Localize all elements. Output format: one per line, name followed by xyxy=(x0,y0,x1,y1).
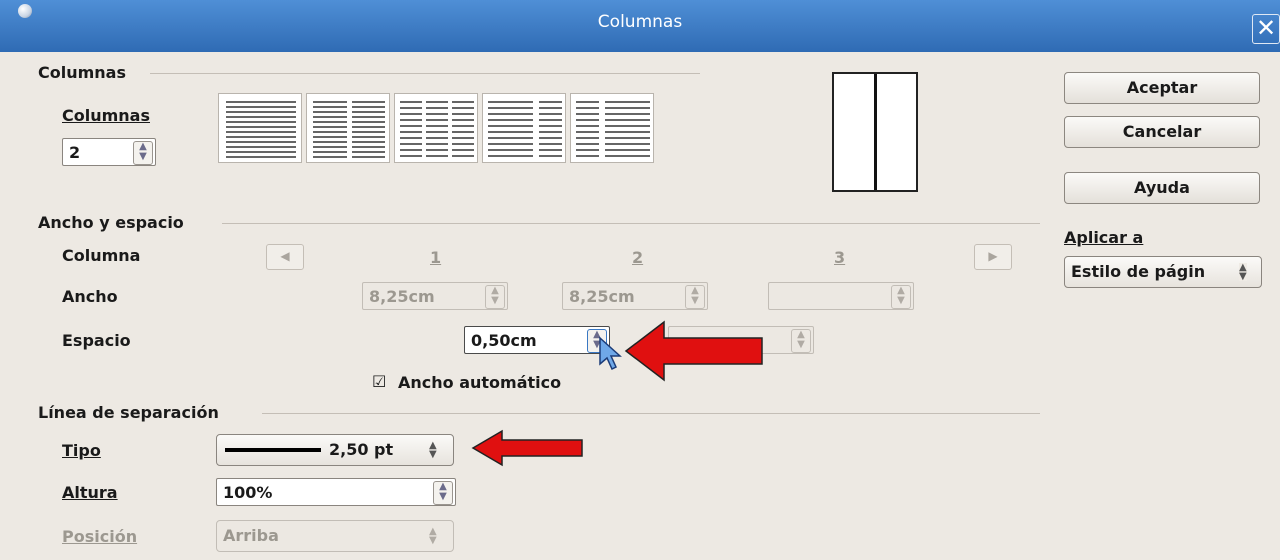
width-spacing-heading: Ancho y espacio xyxy=(38,213,184,232)
annotation-arrow-icon xyxy=(624,320,763,382)
apply-to-dropdown[interactable]: Estilo de págin ▲ ▼ xyxy=(1064,256,1262,288)
columns-count-value: 2 xyxy=(69,143,81,162)
columns-count-spinbox[interactable]: 2 ▲ ▼ xyxy=(62,138,156,166)
columns-section-heading: Columnas xyxy=(38,63,126,82)
column-row-label: Columna xyxy=(62,246,141,265)
help-button[interactable]: Ayuda xyxy=(1064,172,1260,204)
section-divider xyxy=(150,73,700,74)
close-button[interactable]: ✕ xyxy=(1252,14,1280,44)
columns-count-label: Columnas xyxy=(62,106,150,125)
spin-arrows-icon[interactable]: ▲ ▼ xyxy=(891,285,911,309)
preview-separator-line xyxy=(874,74,877,190)
spacing-value: 0,50cm xyxy=(471,331,537,350)
line-type-dropdown[interactable]: 2,50 pt ▲ ▼ xyxy=(216,434,454,466)
width-column-3[interactable]: ▲ ▼ xyxy=(768,282,914,310)
line-sample xyxy=(225,448,321,452)
width-2-value: 8,25cm xyxy=(569,287,635,306)
spin-arrows-icon[interactable]: ▲ ▼ xyxy=(685,285,705,309)
three-columns-icon xyxy=(400,101,474,157)
two-columns-icon xyxy=(313,101,385,158)
column-number-1: 1 xyxy=(430,248,442,267)
position-dropdown[interactable]: Arriba ▲ ▼ xyxy=(216,520,454,552)
auto-width-label: Ancho automático xyxy=(398,373,562,392)
apply-to-value: Estilo de págin xyxy=(1071,262,1206,281)
column-number-2: 2 xyxy=(632,248,644,267)
spin-arrows-icon[interactable]: ▲ ▼ xyxy=(485,285,505,309)
arrow-left-icon: ◀ xyxy=(280,249,290,263)
prev-column-button[interactable]: ◀ xyxy=(266,244,304,270)
wide-left-columns-icon xyxy=(488,101,562,157)
spin-arrows-icon[interactable]: ▲ ▼ xyxy=(791,329,811,353)
section-divider xyxy=(262,413,1040,414)
title-bar: Columnas ✕ xyxy=(0,0,1280,52)
position-value: Arriba xyxy=(223,526,279,545)
annotation-arrow-icon xyxy=(471,429,583,467)
separator-heading: Línea de separación xyxy=(38,403,219,422)
spin-arrows-icon[interactable]: ▲ ▼ xyxy=(433,481,453,505)
spacing-spinbox[interactable]: 0,50cm ▲ ▼ xyxy=(464,326,610,354)
chevron-updown-icon: ▲ ▼ xyxy=(1239,262,1247,282)
page-preview xyxy=(832,72,918,192)
wide-right-columns-icon xyxy=(576,101,650,157)
width-1-value: 8,25cm xyxy=(369,287,435,306)
apply-to-label: Aplicar a xyxy=(1064,228,1144,247)
position-label: Posición xyxy=(62,527,138,546)
width-column-2[interactable]: 8,25cm ▲ ▼ xyxy=(562,282,708,310)
line-type-value: 2,50 pt xyxy=(329,440,394,459)
chevron-updown-icon: ▲ ▼ xyxy=(429,440,437,460)
height-value: 100% xyxy=(223,483,273,502)
height-spinbox[interactable]: 100% ▲ ▼ xyxy=(216,478,456,506)
height-label: Altura xyxy=(62,483,118,502)
preset-wide-right[interactable] xyxy=(570,93,654,163)
spacing-row-label: Espacio xyxy=(62,331,131,350)
chevron-updown-icon: ▲ ▼ xyxy=(429,526,437,546)
arrow-right-icon: ▶ xyxy=(988,249,998,263)
section-divider xyxy=(222,223,1040,224)
preset-wide-left[interactable] xyxy=(482,93,566,163)
one-column-icon xyxy=(226,101,296,158)
preset-1-column[interactable] xyxy=(218,93,302,163)
window-title: Columnas xyxy=(597,12,683,32)
auto-width-checkbox[interactable]: ☑ xyxy=(372,374,388,390)
next-column-button[interactable]: ▶ xyxy=(974,244,1012,270)
width-column-1[interactable]: 8,25cm ▲ ▼ xyxy=(362,282,508,310)
ok-button[interactable]: Aceptar xyxy=(1064,72,1260,104)
preset-3-columns[interactable] xyxy=(394,93,478,163)
cancel-button[interactable]: Cancelar xyxy=(1064,116,1260,148)
type-label: Tipo xyxy=(62,441,101,460)
width-row-label: Ancho xyxy=(62,287,118,306)
spin-arrows-icon[interactable]: ▲ ▼ xyxy=(133,141,153,165)
preset-2-columns[interactable] xyxy=(306,93,390,163)
column-number-3: 3 xyxy=(834,248,846,267)
